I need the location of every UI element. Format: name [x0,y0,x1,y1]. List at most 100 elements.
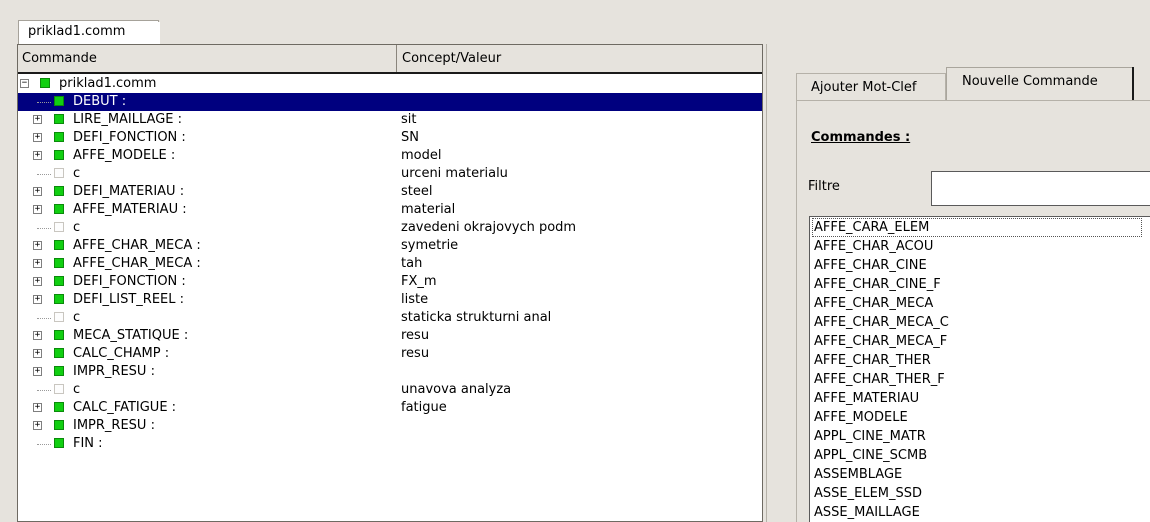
expand-icon[interactable]: + [33,151,42,160]
comment-icon [54,312,64,322]
comment-icon [54,384,64,394]
tab-add-keyword[interactable]: Ajouter Mot-Clef [796,73,946,100]
command-name: LIRE_MAILLAGE : [73,112,183,127]
command-list-item[interactable]: AFFE_CHAR_MECA [812,294,1142,313]
expand-icon[interactable]: + [33,331,42,340]
concept-value: sit [401,112,417,127]
command-name: CALC_CHAMP : [73,346,170,361]
command-list-item[interactable]: ASSE_ELEM_SSD [812,484,1142,503]
command-list-item[interactable]: APPL_CINE_MATR [812,427,1142,446]
command-list-item[interactable]: AFFE_CHAR_THER_F [812,370,1142,389]
column-header-value[interactable]: Concept/Valeur [397,45,762,72]
expand-icon[interactable]: + [33,241,42,250]
filter-label: Filtre [808,179,840,194]
command-list-item[interactable]: ASSEMBLAGE [812,465,1142,484]
command-name: FIN : [73,436,103,451]
command-name: c [73,166,81,181]
command-row[interactable]: + DEFI_FONCTION : FX_m [18,273,762,291]
concept-value: tah [401,256,423,271]
command-name: c [73,382,81,397]
comment-row[interactable]: c zavedeni okrajovych podm [18,219,762,237]
command-list-item[interactable]: AFFE_CARA_ELEM [812,218,1142,237]
concept-value: unavova analyza [401,382,512,397]
expand-icon[interactable]: + [33,349,42,358]
concept-value: SN [401,130,419,145]
expand-icon[interactable]: + [33,403,42,412]
status-ok-icon [54,132,64,142]
command-list-item[interactable]: ASSE_MAILLAGE [812,503,1142,522]
status-ok-icon [54,96,64,106]
command-list-item[interactable]: AFFE_CHAR_ACOU [812,237,1142,256]
filter-input[interactable] [931,171,1150,206]
command-row[interactable]: + LIRE_MAILLAGE : sit [18,111,762,129]
command-panel: Ajouter Mot-Clef Nouvelle Commande Comma… [766,44,1150,522]
command-list-item[interactable]: AFFE_MODELE [812,408,1142,427]
status-ok-icon [54,330,64,340]
status-ok-icon [54,258,64,268]
tab-edge [1132,67,1134,100]
expand-icon[interactable]: + [33,205,42,214]
expand-icon[interactable]: + [33,277,42,286]
command-list[interactable]: AFFE_CARA_ELEM AFFE_CHAR_ACOU AFFE_CHAR_CI… [809,216,1150,522]
tree-root[interactable]: − priklad1.comm [18,75,762,93]
expand-icon[interactable]: + [33,295,42,304]
comment-row[interactable]: c urceni materialu [18,165,762,183]
expand-icon[interactable]: + [33,367,42,376]
command-list-item[interactable]: AFFE_MATERIAU [812,389,1142,408]
concept-value: steel [401,184,433,199]
file-tab[interactable]: priklad1.comm [18,20,159,45]
command-row[interactable]: + AFFE_CHAR_MECA : symetrie [18,237,762,255]
concept-value: symetrie [401,238,459,253]
command-row[interactable]: + DEFI_FONCTION : SN [18,129,762,147]
tree-header: Commande Concept/Valeur [18,45,762,74]
status-ok-icon [54,186,64,196]
tree-branch-line [37,318,51,319]
command-row[interactable]: + DEFI_LIST_REEL : liste [18,291,762,309]
status-ok-icon [54,204,64,214]
status-ok-icon [54,150,64,160]
command-list-item[interactable]: AFFE_CHAR_MECA_C [812,313,1142,332]
command-name: MECA_STATIQUE : [73,328,189,343]
command-row[interactable]: FIN : [18,435,762,453]
command-name: DEFI_FONCTION : [73,130,186,145]
expand-icon[interactable]: + [33,133,42,142]
concept-value: FX_m [401,274,437,289]
command-row[interactable]: + IMPR_RESU : [18,363,762,381]
command-list-item[interactable]: AFFE_CHAR_THER [812,351,1142,370]
command-row[interactable]: + CALC_FATIGUE : fatigue [18,399,762,417]
concept-value: staticka strukturni anal [401,310,552,325]
expand-icon[interactable]: + [33,115,42,124]
command-row[interactable]: + MECA_STATIQUE : resu [18,327,762,345]
comment-row[interactable]: c unavova analyza [18,381,762,399]
command-name: CALC_FATIGUE : [73,400,177,415]
command-name: c [73,220,81,235]
command-row[interactable]: + AFFE_MODELE : model [18,147,762,165]
expand-icon[interactable]: + [33,187,42,196]
command-list-item[interactable]: AFFE_CHAR_CINE_F [812,275,1142,294]
tree-root-label: priklad1.comm [59,76,157,91]
command-row[interactable]: + CALC_CHAMP : resu [18,345,762,363]
status-ok-icon [40,78,50,88]
command-row[interactable]: + DEFI_MATERIAU : steel [18,183,762,201]
status-ok-icon [54,348,64,358]
comment-row[interactable]: c staticka strukturni anal [18,309,762,327]
command-row[interactable]: + AFFE_CHAR_MECA : tah [18,255,762,273]
expand-icon[interactable]: + [33,259,42,268]
collapse-icon[interactable]: − [20,79,29,88]
concept-value: resu [401,328,430,343]
command-list-item[interactable]: AFFE_CHAR_MECA_F [812,332,1142,351]
expand-icon[interactable]: + [33,421,42,430]
concept-value: zavedeni okrajovych podm [401,220,577,235]
command-row[interactable]: + IMPR_RESU : [18,417,762,435]
command-name: AFFE_MATERIAU : [73,202,187,217]
command-list-item[interactable]: AFFE_CHAR_CINE [812,256,1142,275]
tab-new-command[interactable]: Nouvelle Commande [946,67,1133,100]
status-ok-icon [54,276,64,286]
concept-value: fatigue [401,400,447,415]
command-row[interactable]: + AFFE_MATERIAU : material [18,201,762,219]
status-ok-icon [54,420,64,430]
command-row[interactable]: DEBUT : [18,93,762,111]
tree-branch-line [37,444,51,445]
column-header-command[interactable]: Commande [18,45,397,72]
command-list-item[interactable]: APPL_CINE_SCMB [812,446,1142,465]
